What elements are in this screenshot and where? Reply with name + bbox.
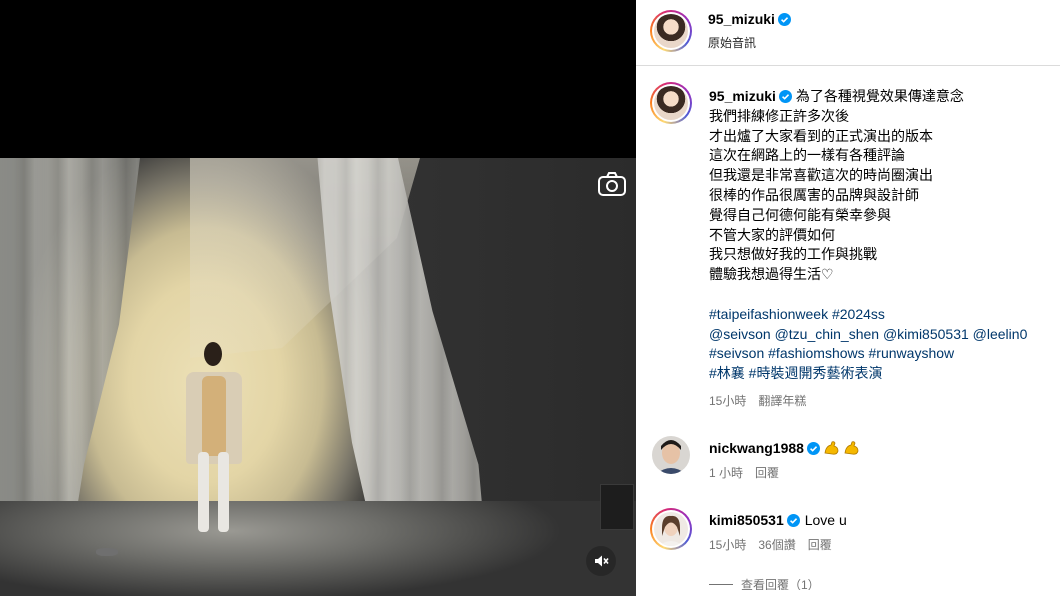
- caption-line: 體驗我想過得生活♡: [709, 266, 834, 283]
- comment-meta: 15小時 36個讚 回覆: [709, 536, 832, 553]
- caption-line: 但我還是非常喜歡這次的時尚圈演出: [709, 167, 933, 184]
- comment-likes[interactable]: 36個讚: [758, 536, 795, 553]
- author-username[interactable]: 95_mizuki: [708, 11, 775, 27]
- audio-label[interactable]: 原始音訊: [708, 34, 756, 51]
- comment-text: Love u: [804, 512, 847, 528]
- hashtag-line[interactable]: #seivson #fashiomshows #runwayshow: [709, 344, 1057, 364]
- commenter-username[interactable]: nickwang1988: [709, 440, 804, 456]
- verified-badge-icon: [786, 513, 800, 527]
- caption-line: 才出爐了大家看到的正式演出的版本: [709, 127, 933, 144]
- stage-floor: [0, 501, 636, 596]
- commenter-avatar[interactable]: [652, 436, 690, 474]
- comment-timestamp[interactable]: 1 小時: [709, 464, 743, 481]
- view-replies-label: 查看回覆（1）: [741, 578, 820, 590]
- stage-box: [600, 484, 634, 530]
- caption-line: 很棒的作品很厲害的品牌與設計師: [709, 186, 919, 203]
- post-timestamp[interactable]: 15小時: [709, 392, 746, 412]
- mute-button[interactable]: [586, 546, 616, 576]
- hashtag-line[interactable]: #taipeifashionweek #2024ss: [709, 305, 1057, 325]
- commenter-avatar[interactable]: [650, 508, 692, 550]
- comment-meta: 1 小時 回覆: [709, 464, 779, 481]
- floor-object: [96, 548, 118, 556]
- video-player[interactable]: [0, 158, 636, 596]
- reply-button[interactable]: 回覆: [808, 536, 832, 553]
- commenter-username[interactable]: kimi850531: [709, 512, 784, 528]
- author-avatar[interactable]: [650, 10, 692, 52]
- verified-badge-icon: [777, 12, 791, 26]
- caption-line: 不管大家的評價如何: [709, 226, 835, 243]
- flexed-biceps-emoji: [824, 441, 839, 455]
- post-media: [0, 0, 636, 596]
- post-caption: 95_mizuki 為了各種視覺效果傳達意念 我們排練修正許多次後 才出爐了大家…: [709, 87, 1057, 412]
- view-replies-button[interactable]: 查看回覆（1）: [709, 578, 820, 590]
- comment-timestamp[interactable]: 15小時: [709, 536, 746, 553]
- performer-figure: [186, 342, 242, 532]
- caption-line: 我們排練修正許多次後: [709, 107, 849, 124]
- caption-line: 這次在網路上的一樣有各種評論: [709, 147, 905, 164]
- post-header: 95_mizuki 原始音訊: [636, 0, 1060, 66]
- camera-icon: [596, 170, 628, 198]
- caption-line: 覺得自己何德何能有榮幸參與: [709, 206, 891, 223]
- verified-badge-icon: [778, 90, 792, 103]
- post-side-panel: 95_mizuki 原始音訊 95_mizuki 為了各種視覺效果傳達意念 我們…: [636, 0, 1060, 596]
- reply-button[interactable]: 回覆: [755, 464, 779, 481]
- mention-line[interactable]: @seivson @tzu_chin_shen @kimi850531 @lee…: [709, 325, 1057, 345]
- hashtag-line[interactable]: #林襄 #時裝週開秀藝術表演: [709, 364, 1057, 384]
- verified-badge-icon: [806, 441, 820, 455]
- caption-meta: 15小時 翻譯年糕: [709, 392, 1057, 412]
- speaker-muted-icon: [595, 555, 609, 567]
- caption-line: 我只想做好我的工作與挑戰: [709, 246, 877, 263]
- caption-author-avatar[interactable]: [650, 82, 692, 124]
- translate-link[interactable]: 翻譯年糕: [758, 392, 806, 412]
- flexed-biceps-emoji: [844, 441, 859, 455]
- divider: [709, 583, 733, 585]
- caption-line: 為了各種視覺效果傳達意念: [795, 88, 964, 104]
- caption-author-username[interactable]: 95_mizuki: [709, 88, 776, 104]
